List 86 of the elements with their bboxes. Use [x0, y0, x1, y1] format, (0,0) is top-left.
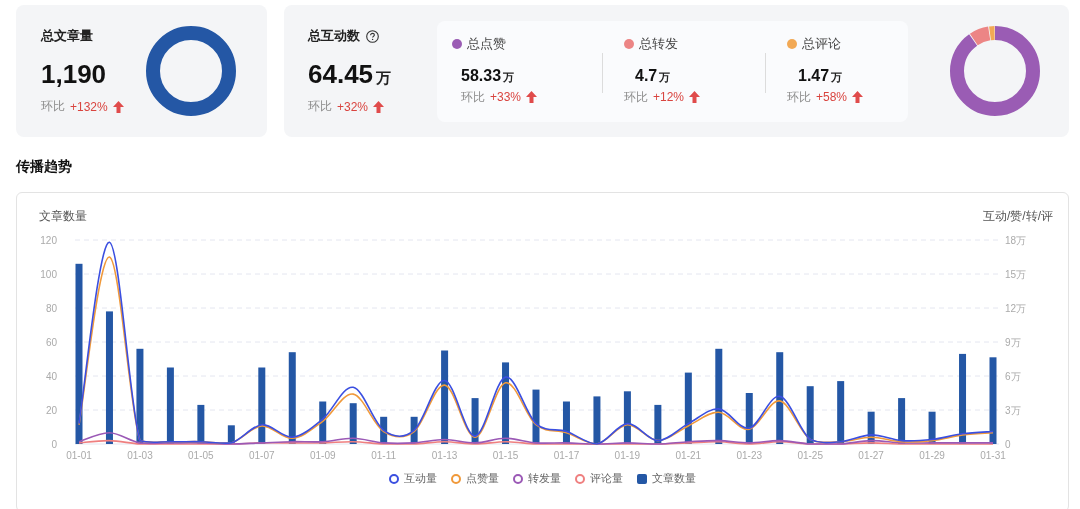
card-title: 总文章量: [41, 27, 94, 45]
axis-tick-label: 120: [40, 235, 57, 246]
unit-label: 万: [376, 69, 392, 88]
axis-tick-label: 01-13: [431, 450, 458, 461]
axis-tick-label: 100: [40, 269, 57, 280]
axis-tick-label: 0: [1005, 439, 1011, 450]
axis-tick-label: 01-25: [797, 450, 823, 461]
legend-ring-icon: [389, 473, 399, 484]
unit-label: 万: [831, 69, 843, 85]
legend-ring-icon: [451, 473, 461, 484]
axis-tick-label: 01-27: [858, 450, 884, 461]
comparison-label: 环比: [308, 98, 332, 115]
comparison-label: 环比: [624, 88, 648, 106]
axis-tick-label: 01-05: [188, 450, 214, 461]
axis-tick-label: 20: [45, 405, 57, 416]
chart-bar: [654, 404, 662, 444]
chart-bar: [532, 389, 540, 444]
change-value: +58%: [816, 90, 848, 104]
metric-value: 4.7: [635, 66, 658, 85]
chart-bar: [684, 372, 692, 444]
chart-bar: [593, 396, 601, 444]
metric-label: 总转发: [639, 34, 678, 53]
axis-tick-label: 12万: [1005, 303, 1027, 314]
axis-tick-label: 6万: [1005, 371, 1021, 382]
legend-label[interactable]: 评论量: [590, 471, 623, 486]
interaction-total: 64.45: [308, 59, 374, 90]
metric-value: 1.47: [798, 66, 830, 85]
chart-bar: [928, 411, 936, 444]
axis-tick-label: 01-11: [371, 450, 397, 461]
chart-bar: [806, 386, 814, 444]
axis-tick-label: 01-09: [309, 450, 336, 461]
chart-bar: [380, 416, 388, 444]
axis-title: 互动/赞/转/评: [983, 209, 1053, 223]
axis-tick-label: 40: [45, 371, 57, 382]
chart-bar: [623, 391, 631, 444]
chart-bar: [197, 404, 205, 444]
chart-bar: [349, 403, 357, 444]
chart-bar: [745, 393, 753, 444]
axis-tick-label: 01-17: [553, 450, 580, 461]
card-title: 总互动数: [308, 27, 360, 45]
change-value: +132%: [70, 99, 108, 114]
metric-label: 总点赞: [467, 34, 506, 53]
metric-value: 58.33: [461, 66, 502, 85]
axis-tick-label: 0: [51, 439, 57, 450]
axis-tick-label: 01-19: [614, 450, 641, 461]
axis-tick-label: 9万: [1005, 337, 1021, 348]
chart-bar: [471, 398, 479, 444]
change-value: +12%: [653, 90, 685, 104]
chart-bar: [837, 381, 845, 444]
legend-label[interactable]: 点赞量: [466, 471, 499, 486]
article-total: 1,190: [41, 59, 108, 90]
chart-bar: [410, 416, 418, 444]
axis-tick-label: 01-21: [675, 450, 702, 461]
axis-tick-label: 3万: [1005, 405, 1021, 416]
legend-ring-icon: [575, 473, 585, 484]
axis-tick-label: 01-23: [736, 450, 763, 461]
legend-label[interactable]: 互动量: [404, 471, 437, 486]
help-icon[interactable]: [366, 29, 379, 43]
section-title: 传播趋势: [16, 158, 72, 176]
comparison-label: 环比: [41, 98, 65, 115]
axis-tick-label: 01-07: [249, 450, 275, 461]
axis-title: 文章数量: [39, 209, 87, 223]
unit-label: 万: [503, 69, 515, 85]
axis-tick-label: 15万: [1005, 269, 1027, 280]
axis-tick-label: 18万: [1005, 235, 1027, 246]
chart-bar: [562, 401, 570, 444]
chart-bar: [867, 411, 875, 444]
legend-ring-icon: [513, 473, 523, 484]
axis-tick-label: 01-15: [492, 450, 519, 461]
chart-bar: [227, 425, 235, 444]
unit-label: 万: [659, 69, 671, 85]
axis-tick-label: 60: [45, 337, 57, 348]
legend-square-icon: [637, 473, 647, 484]
legend-label[interactable]: 转发量: [528, 471, 561, 486]
axis-tick-label: 80: [45, 303, 57, 314]
axis-tick-label: 01-29: [919, 450, 945, 461]
chart-bar: [319, 401, 327, 444]
legend-label[interactable]: 文章数量: [652, 471, 696, 486]
axis-tick-label: 01-31: [980, 450, 1006, 461]
comparison-label: 环比: [461, 88, 485, 106]
axis-tick-label: 01-01: [66, 450, 92, 461]
comparison-label: 环比: [787, 88, 811, 106]
change-value: +32%: [337, 99, 369, 114]
axis-tick-label: 01-03: [127, 450, 153, 461]
change-value: +33%: [490, 90, 522, 104]
metric-label: 总评论: [802, 34, 841, 53]
